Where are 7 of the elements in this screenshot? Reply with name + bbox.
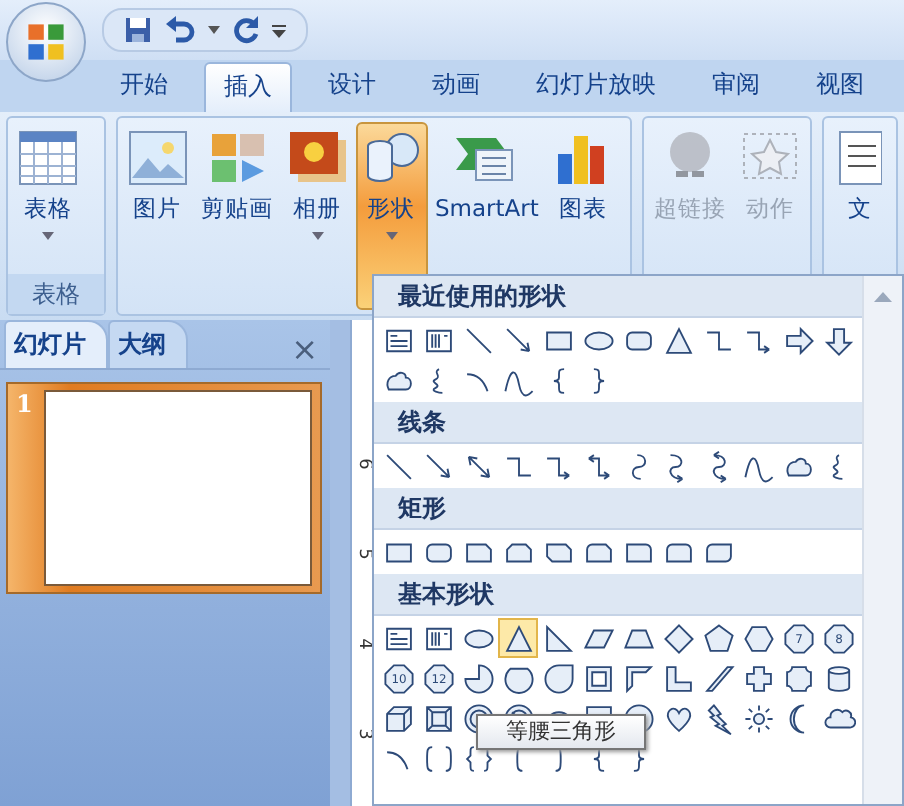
slide-number: 1 [16,390,33,422]
section-header: 线条 [374,402,862,444]
section-header: 矩形 [374,488,862,530]
tooltip: 等腰三角形 [476,714,646,750]
section-header: 最近使用的形状 [374,276,862,318]
section-header: 基本形状 [374,574,862,616]
group-label: 表格 [8,274,103,314]
